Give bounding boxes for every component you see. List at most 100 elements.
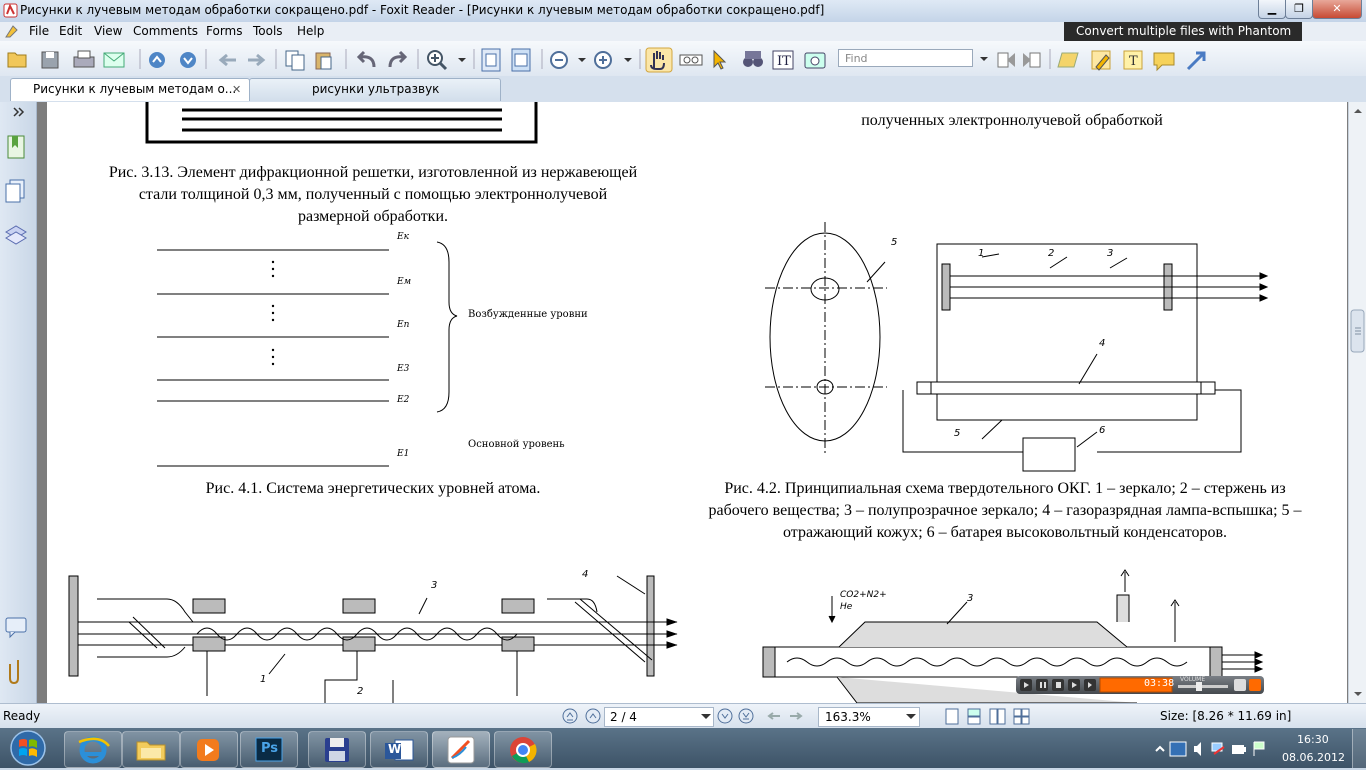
vertical-scrollbar[interactable] (1348, 102, 1366, 703)
zoom-in-icon (427, 50, 448, 71)
level-label-ek: Eк (397, 232, 409, 242)
tab-active-document[interactable]: Рисунки к лучевым методам о... ✕ (10, 78, 250, 101)
find-dropdown-icon (980, 57, 988, 61)
page-number-field[interactable]: 2 / 4 (604, 707, 714, 727)
level-label-e3: E3 (397, 364, 410, 374)
volume-slider-track (1178, 685, 1228, 688)
fig42-label-5a: 5 (891, 237, 898, 248)
level-label-e2: E2 (397, 395, 410, 405)
pencil-icon (1091, 50, 1111, 71)
volume-slider-thumb (1196, 682, 1202, 691)
taskbar-media-player[interactable] (180, 731, 238, 768)
tab-ultrasound-document[interactable]: рисунки ультразвук (249, 78, 501, 101)
app-menu-icon[interactable] (4, 24, 19, 39)
foxit-logo-icon (3, 3, 18, 18)
select-text-icon (679, 54, 703, 66)
media-player-widget[interactable]: 03:38 VOLUME (1016, 676, 1264, 694)
fig41-caption: Рис. 4.1. Система энергетических уровней… (205, 480, 541, 497)
minimize-button[interactable]: ▁ (1258, 0, 1286, 19)
fig313-grating-image (145, 102, 538, 144)
scroll-down-icon (1354, 692, 1362, 696)
last-page-icon (738, 708, 754, 724)
level-label-em: Eм (397, 277, 412, 287)
fig42-label-1: 1 (978, 248, 985, 259)
menu-forms[interactable]: Forms (206, 24, 242, 38)
volume-label: VOLUME (1180, 676, 1206, 683)
taskbar-explorer[interactable] (122, 731, 180, 768)
word-label: W (388, 742, 402, 756)
zoom-select[interactable]: 163.3% (818, 707, 920, 727)
fig42-caption: Рис. 4.2. Принципиальная схема твердотел… (708, 480, 1302, 541)
menu-view[interactable]: View (94, 24, 122, 38)
pages-icon (5, 179, 25, 203)
show-desktop-button[interactable] (1352, 729, 1366, 768)
flag-icon (1253, 741, 1265, 756)
fig42-label-4: 4 (1099, 338, 1106, 349)
restore-button[interactable]: ❐ (1285, 0, 1313, 19)
bottom-right-label-he: He (840, 602, 853, 612)
title-bar: Рисунки к лучевым методам обработки сокр… (0, 0, 1366, 22)
single-page-view-icon (945, 708, 959, 725)
player-time: 03:38 (1144, 678, 1175, 689)
redo-icon (388, 50, 408, 68)
fig41-brace (436, 241, 458, 413)
prev-page-circle-icon (149, 52, 165, 68)
fig42-label-2: 2 (1048, 248, 1055, 259)
facing-view-icon (989, 708, 1006, 725)
bottom-right-label-gas: CO2+N2+ (840, 590, 887, 600)
taskbar-chrome[interactable] (494, 731, 552, 768)
player-controls (1020, 677, 1261, 693)
find-binoculars-icon (743, 51, 763, 67)
level-label-en: Eп (397, 320, 410, 330)
fit-width-icon (511, 48, 531, 72)
fig42-label-6: 6 (1099, 425, 1106, 436)
network-icon (1211, 742, 1225, 755)
arrow-tool-icon (1186, 51, 1206, 71)
forward-arrow-icon (248, 53, 266, 67)
page-number-value: 2 / 4 (610, 710, 637, 724)
phantom-promo-banner[interactable]: Convert multiple files with Phantom (1064, 22, 1302, 41)
status-bar: Ready 2 / 4 163.3% Size: [8.26 * 11.69 i… (0, 703, 1366, 729)
toolbar-icons: IT T (7, 47, 1206, 73)
zoom-value: 163.3% (825, 710, 871, 724)
taskbar-save-app[interactable] (308, 731, 366, 768)
taskbar-ie[interactable] (64, 731, 122, 768)
toolbar: IT T (0, 41, 1366, 77)
svg-text:IT: IT (777, 54, 791, 69)
expand-panel-icon (13, 107, 25, 117)
menu-edit[interactable]: Edit (59, 24, 82, 38)
fig-bottom-left-laser (68, 575, 678, 703)
email-icon (103, 52, 125, 68)
typewriter-icon: IT (772, 50, 794, 70)
taskbar-photoshop[interactable]: Ps (240, 731, 298, 768)
arrow-select-icon (713, 49, 727, 70)
power-icon (1232, 745, 1246, 754)
floppy-disk-icon (325, 738, 349, 762)
top-right-caption: полученных электроннолучевой обработкой (861, 112, 1163, 129)
internet-explorer-icon (78, 736, 110, 764)
taskbar-word[interactable]: W (370, 731, 428, 768)
open-folder-icon (7, 52, 27, 68)
menu-help[interactable]: Help (297, 24, 324, 38)
bookmarks-icon (7, 135, 25, 159)
window-title: Рисунки к лучевым методам обработки сокр… (20, 3, 825, 17)
textbox-icon: T (1123, 50, 1143, 70)
zoom-in-circle-icon (594, 51, 612, 69)
media-player-icon (197, 739, 219, 761)
menu-file[interactable]: File (29, 24, 49, 38)
taskbar-foxit-active[interactable] (432, 731, 490, 768)
zoom-select-dropdown-icon (906, 714, 916, 719)
menu-tools[interactable]: Tools (253, 24, 283, 38)
menu-comments[interactable]: Comments (133, 24, 198, 38)
language-icon (1169, 741, 1187, 757)
close-window-button[interactable]: ✕ (1312, 0, 1362, 19)
paste-icon (315, 52, 332, 70)
tab-close-icon[interactable]: ✕ (232, 79, 241, 100)
fit-page-icon (481, 48, 501, 72)
bottom-right-label-3: 3 (967, 593, 974, 604)
find-input[interactable]: Find (838, 49, 973, 67)
fig42-label-3: 3 (1107, 248, 1114, 259)
bottom-left-label-2: 2 (357, 686, 364, 697)
player-minimize-icon (1234, 679, 1246, 691)
find-next-icon (1023, 52, 1041, 68)
